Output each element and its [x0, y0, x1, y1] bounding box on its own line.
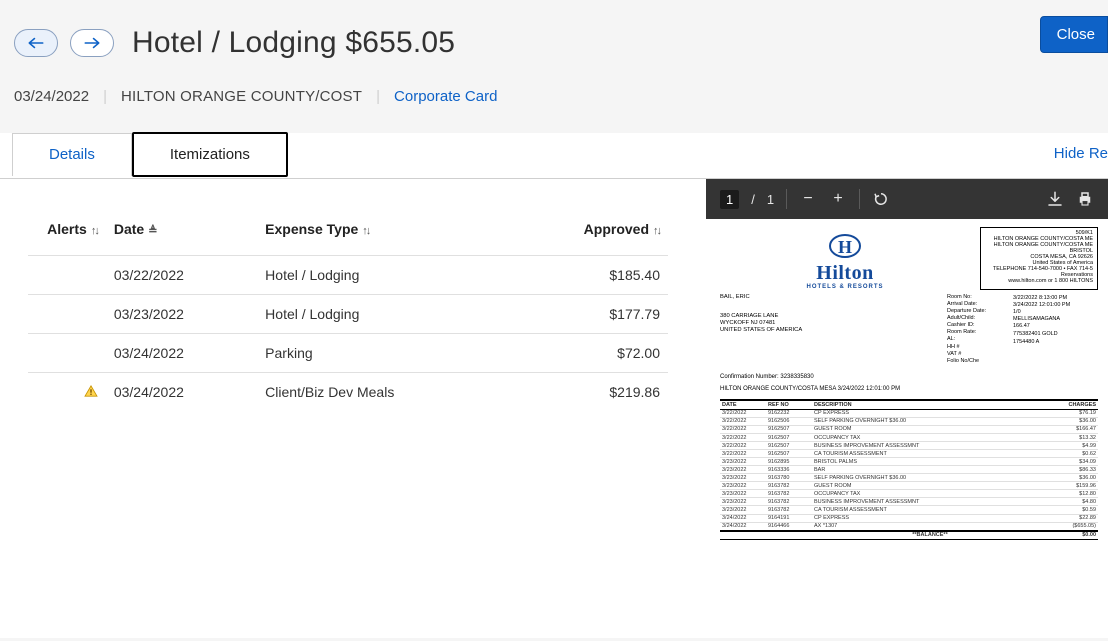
header-bar: Hotel / Lodging $655.05 — [0, 0, 1108, 66]
pdf-page-current[interactable]: 1 — [720, 190, 739, 209]
pdf-page-total: 1 — [767, 192, 774, 207]
arrow-right-icon — [83, 36, 101, 50]
itemizations-panel: Alerts↑↓ Date≜ Expense Type↑↓ Approved↑↓… — [0, 179, 706, 638]
col-approved[interactable]: Approved↑↓ — [506, 203, 668, 256]
meta-separator: | — [376, 88, 380, 105]
pdf-page-slash: / — [751, 192, 755, 207]
nav-back-button[interactable] — [14, 29, 58, 57]
col-date[interactable]: Date≜ — [106, 203, 257, 256]
svg-text:H: H — [838, 237, 852, 257]
receipt-hotel-info-box: 509/K1 HILTON ORANGE COUNTY/COSTA ME HIL… — [980, 227, 1098, 290]
rotate-button[interactable] — [872, 190, 890, 208]
receipt-charge-row: 3/22/20229162507GUEST ROOM$166.47 — [720, 425, 1098, 433]
receipt-guest-block: BAIL, ERIC 380 CARRIAGE LANE WYCKOFF NJ … — [720, 294, 850, 363]
receipt-charge-row: 3/24/20229164191CP EXPRESS$22.89 — [720, 514, 1098, 522]
table-row[interactable]: 03/24/2022Client/Biz Dev Meals$219.86 — [28, 373, 668, 412]
receipt-charge-row: 3/22/20229162506SELF PARKING OVERNIGHT $… — [720, 417, 1098, 425]
receipt-billed-line: HILTON ORANGE COUNTY/COSTA MESA 3/24/202… — [720, 386, 1098, 393]
meta-vendor: HILTON ORANGE COUNTY/COST — [121, 88, 362, 105]
meta-date: 03/24/2022 — [14, 88, 89, 105]
col-expense-type[interactable]: Expense Type↑↓ — [257, 203, 506, 256]
meta-row: 03/24/2022 | HILTON ORANGE COUNTY/COST |… — [0, 66, 1108, 119]
arrow-left-icon — [27, 36, 45, 50]
receipt-charge-row: 3/23/20229163782BUSINESS IMPROVEMENT ASS… — [720, 498, 1098, 506]
warning-icon — [84, 385, 98, 397]
tab-details[interactable]: Details — [12, 133, 132, 176]
close-button[interactable]: Close — [1040, 16, 1108, 53]
receipt-balance-row: **BALANCE**$0.00 — [720, 531, 1098, 540]
table-row[interactable]: 03/23/2022Hotel / Lodging$177.79 — [28, 295, 668, 334]
pdf-toolbar: 1 / 1 − + — [706, 179, 1108, 219]
receipt-charges-table: DATE REF NO DESCRIPTION CHARGES 3/22/202… — [720, 399, 1098, 540]
page-title: Hotel / Lodging $655.05 — [132, 26, 455, 60]
receipt-charge-row: 3/23/20229163782OCCUPANCY TAX$12.80 — [720, 490, 1098, 498]
table-row[interactable]: 03/22/2022Hotel / Lodging$185.40 — [28, 256, 668, 295]
zoom-in-button[interactable]: + — [829, 190, 847, 208]
receipt-confirmation: Confirmation Number: 3238335830 — [720, 374, 1098, 381]
receipt-charge-row: 3/22/20229162507OCCUPANCY TAX$13.32 — [720, 434, 1098, 442]
itemizations-table: Alerts↑↓ Date≜ Expense Type↑↓ Approved↑↓… — [28, 203, 668, 411]
tab-strip: Details Itemizations Hide Re — [0, 133, 1108, 179]
receipt-meta-labels: Room No: Arrival Date: Departure Date: A… — [947, 294, 1007, 363]
download-button[interactable] — [1046, 190, 1064, 208]
meta-separator: | — [103, 88, 107, 105]
print-icon — [1076, 190, 1094, 208]
receipt-panel: 1 / 1 − + H — [706, 179, 1108, 638]
table-row[interactable]: 03/24/2022Parking$72.00 — [28, 334, 668, 373]
receipt-charge-row: 3/22/20229162232CP EXPRESS$76.19 — [720, 409, 1098, 417]
hilton-h-icon: H — [828, 233, 862, 259]
print-button[interactable] — [1076, 190, 1094, 208]
rotate-icon — [872, 190, 890, 208]
hide-receipt-link[interactable]: Hide Re — [1054, 145, 1108, 162]
meta-payment-link[interactable]: Corporate Card — [394, 88, 497, 105]
receipt-charge-row: 3/23/20229163780SELF PARKING OVERNIGHT $… — [720, 474, 1098, 482]
receipt-meta-values: 3/22/2022 8:13:00 PM 3/24/2022 12:01:00 … — [1013, 294, 1098, 363]
receipt-document[interactable]: H Hilton HOTELS & RESORTS 509/K1 HILTON … — [710, 219, 1108, 638]
zoom-out-button[interactable]: − — [799, 190, 817, 208]
hilton-logo: H Hilton HOTELS & RESORTS — [720, 227, 970, 290]
receipt-charge-row: 3/24/20229164466AX *1307($655.05) — [720, 522, 1098, 531]
receipt-charge-row: 3/23/20229163782GUEST ROOM$159.96 — [720, 482, 1098, 490]
receipt-charge-row: 3/23/20229163782CA TOURISM ASSESSMENT$0.… — [720, 506, 1098, 514]
download-icon — [1046, 190, 1064, 208]
tab-itemizations[interactable]: Itemizations — [132, 132, 288, 177]
col-alerts[interactable]: Alerts↑↓ — [28, 203, 106, 256]
receipt-charge-row: 3/23/20229162895BRISTOL PALMS$34.09 — [720, 458, 1098, 466]
receipt-charge-row: 3/22/20229162507CA TOURISM ASSESSMENT$0.… — [720, 450, 1098, 458]
nav-forward-button[interactable] — [70, 29, 114, 57]
sort-asc-icon: ≜ — [148, 225, 157, 237]
receipt-charge-row: 3/23/20229163336BAR$86.33 — [720, 466, 1098, 474]
receipt-charge-row: 3/22/20229162507BUSINESS IMPROVEMENT ASS… — [720, 442, 1098, 450]
